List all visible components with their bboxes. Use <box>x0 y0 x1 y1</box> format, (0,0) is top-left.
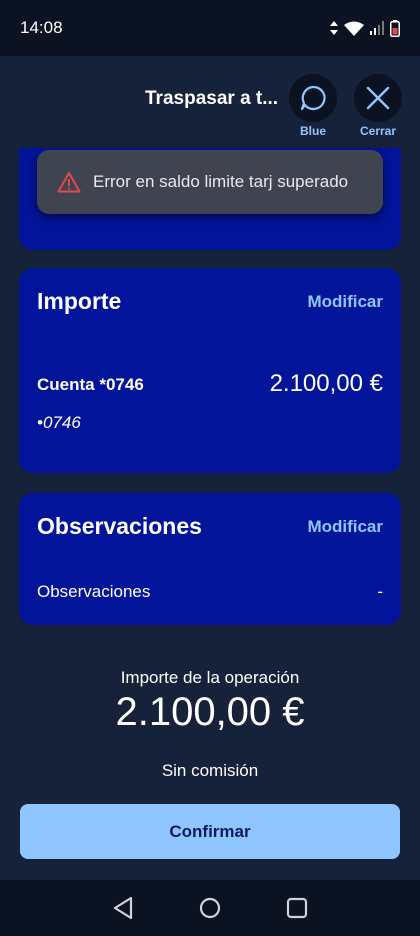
status-time: 14:08 <box>20 18 63 37</box>
importe-card: Importe Modificar Cuenta *0746 2.100,00 … <box>19 268 401 473</box>
warning-icon <box>57 172 81 193</box>
error-toast: Error en saldo limite tarj superado <box>37 150 383 214</box>
summary-label: Importe de la operación <box>120 668 300 687</box>
wifi-icon <box>344 21 364 36</box>
close-icon <box>366 86 390 110</box>
summary-amount: 2.100,00 € <box>115 690 305 734</box>
account-label: Cuenta *0746 <box>37 375 144 394</box>
data-arrows-icon <box>330 21 338 35</box>
close-button[interactable] <box>354 74 402 122</box>
system-nav-bar <box>0 880 420 936</box>
recents-icon[interactable] <box>286 897 308 919</box>
account-sub: •0746 <box>37 413 81 432</box>
importe-title: Importe <box>37 288 122 314</box>
header: Traspasar a t... Blue Cerrar <box>0 56 420 148</box>
close-label: Cerrar <box>359 124 397 138</box>
observaciones-title: Observaciones <box>37 513 202 539</box>
observaciones-modify-link[interactable]: Modificar <box>307 517 383 537</box>
status-bar: 14:08 <box>0 0 420 56</box>
observaciones-card: Observaciones Modificar Observaciones - <box>19 493 401 625</box>
battery-icon <box>390 19 400 37</box>
blue-assistant-button[interactable] <box>289 74 337 122</box>
error-message: Error en saldo limite tarj superado <box>93 172 349 191</box>
blue-label: Blue <box>299 124 326 138</box>
home-icon[interactable] <box>199 897 221 919</box>
signal-icon <box>370 21 384 35</box>
back-icon[interactable] <box>112 896 134 920</box>
chat-bubble-icon <box>300 85 326 111</box>
observaciones-field-label: Observaciones <box>37 582 151 601</box>
summary-fee: Sin comisión <box>161 761 259 780</box>
page-title: Traspasar a t... <box>145 88 279 109</box>
confirm-button[interactable]: Confirmar <box>20 804 400 859</box>
importe-modify-link[interactable]: Modificar <box>307 292 383 312</box>
observaciones-field-value: - <box>377 582 383 601</box>
importe-amount: 2.100,00 € <box>269 370 383 397</box>
status-icons <box>330 19 400 37</box>
